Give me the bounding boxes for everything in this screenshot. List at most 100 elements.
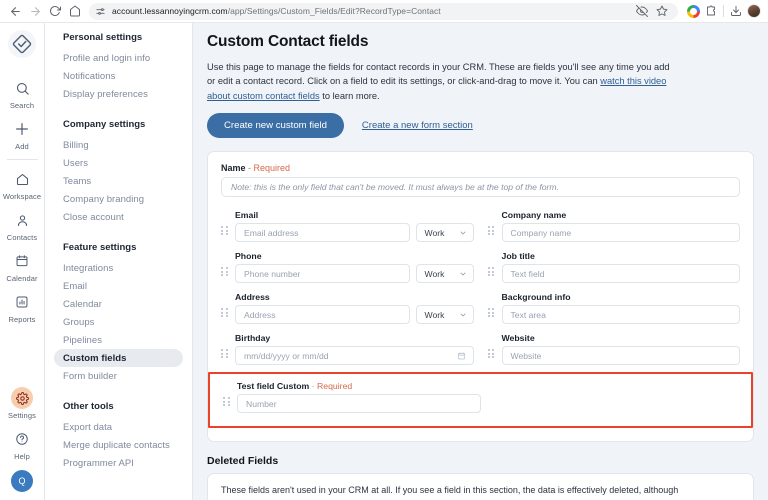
field-label-job-title: Job title (501, 251, 535, 262)
phone-type-select[interactable]: Work (415, 264, 474, 284)
rail-item-reports[interactable]: Reports (0, 286, 45, 327)
download-icon[interactable] (728, 3, 744, 19)
field-row-address[interactable]: Address Address Work (221, 292, 474, 325)
extension-colored-icon[interactable] (685, 3, 701, 19)
address-input[interactable]: Address (235, 305, 410, 325)
home-button[interactable] (66, 2, 84, 20)
field-row-company-name[interactable]: Company name Company name (487, 210, 740, 243)
browser-toolbar: account.lessannoyingcrm.com/app/Settings… (0, 0, 768, 22)
reload-button[interactable] (46, 2, 64, 20)
tune-icon[interactable] (94, 5, 107, 18)
sidebar-item-integrations[interactable]: Integrations (45, 259, 192, 277)
birthday-input[interactable]: mm/dd/yyyy or mm/dd (235, 346, 474, 366)
home-icon (10, 168, 34, 190)
user-avatar[interactable]: Q (11, 470, 33, 492)
rail-label-search: Search (9, 101, 35, 110)
calendar-icon[interactable] (457, 351, 466, 360)
sidebar-item-calendar[interactable]: Calendar (45, 295, 192, 313)
address-bar[interactable]: account.lessannoyingcrm.com/app/Settings… (89, 2, 678, 20)
icon-rail: Search Add Workspace Contacts Calendar R… (0, 23, 45, 500)
field-label-address: Address (235, 292, 270, 303)
drag-handle-icon[interactable] (487, 226, 496, 236)
field-row-website[interactable]: Website Website (487, 333, 740, 366)
field-label-test-field-custom: Test field Custom · Required (237, 381, 481, 391)
nav-group-feature: Feature settings Integrations Email Cale… (45, 242, 192, 385)
rail-label-workspace: Workspace (2, 192, 42, 201)
sidebar-item-notifications[interactable]: Notifications (45, 67, 192, 85)
sidebar-item-teams[interactable]: Teams (45, 172, 192, 190)
create-new-form-section-link[interactable]: Create a new form section (362, 120, 473, 131)
back-button[interactable] (6, 2, 24, 20)
field-label-phone: Phone (235, 251, 262, 262)
lacrm-checkmark-logo[interactable] (8, 30, 36, 58)
drag-handle-icon[interactable] (221, 267, 229, 277)
gear-icon (11, 387, 33, 409)
sidebar-item-users[interactable]: Users (45, 154, 192, 172)
drag-handle-icon[interactable] (487, 267, 496, 277)
rail-item-add[interactable]: Add (0, 113, 45, 154)
chevron-down-icon (459, 270, 467, 278)
drag-handle-icon[interactable] (487, 349, 496, 359)
drag-handle-icon[interactable] (221, 349, 229, 359)
drag-handle-icon[interactable] (221, 308, 229, 318)
drag-handle-icon[interactable] (223, 397, 231, 407)
rail-item-calendar[interactable]: Calendar (0, 245, 45, 286)
email-type-value: Work (424, 227, 445, 238)
job-title-input[interactable]: Text field (501, 264, 740, 284)
email-type-select[interactable]: Work (415, 223, 474, 243)
rail-item-help[interactable]: Help (0, 423, 45, 464)
phone-type-value: Work (424, 268, 445, 279)
drag-handle-icon[interactable] (221, 226, 229, 236)
main-content: Custom Contact fields Use this page to m… (193, 23, 768, 500)
sidebar-item-export-data[interactable]: Export data (45, 418, 192, 436)
sidebar-item-company-branding[interactable]: Company branding (45, 190, 192, 208)
chevron-down-icon (459, 229, 467, 237)
phone-input[interactable]: Phone number (235, 264, 410, 284)
rail-label-settings: Settings (8, 411, 36, 420)
sidebar-item-form-builder[interactable]: Form builder (45, 367, 192, 385)
website-input[interactable]: Website (501, 346, 740, 366)
field-row-background-info[interactable]: Background info Text area (487, 292, 740, 325)
field-row-birthday[interactable]: Birthday mm/dd/yyyy or mm/dd (221, 333, 474, 366)
field-label-background-info: Background info (501, 292, 571, 303)
create-new-custom-field-button[interactable]: Create new custom field (207, 113, 344, 139)
star-icon[interactable] (654, 3, 670, 19)
company-name-input[interactable]: Company name (501, 223, 740, 243)
name-required-badge: - Required (248, 163, 291, 174)
nav-group-company: Company settings Billing Users Teams Com… (45, 119, 192, 226)
field-row-phone[interactable]: Phone Phone number Work (221, 251, 474, 284)
rail-item-contacts[interactable]: Contacts (0, 204, 45, 245)
sidebar-item-display-preferences[interactable]: Display preferences (45, 85, 192, 103)
app-shell: Search Add Workspace Contacts Calendar R… (0, 22, 768, 500)
field-row-test-field-custom[interactable]: Test field Custom · Required Number (223, 381, 481, 414)
sidebar-item-billing[interactable]: Billing (45, 136, 192, 154)
sidebar-item-profile-and-login-info[interactable]: Profile and login info (45, 49, 192, 67)
calendar-icon (10, 250, 34, 272)
sidebar-item-merge-duplicate-contacts[interactable]: Merge duplicate contacts (45, 436, 192, 454)
rail-item-workspace[interactable]: Workspace (0, 163, 45, 204)
field-row-email[interactable]: Email Email address Work (221, 210, 474, 243)
rail-item-search[interactable]: Search (0, 72, 45, 113)
address-type-select[interactable]: Work (415, 305, 474, 325)
profile-avatar-icon[interactable] (746, 3, 762, 19)
eye-slash-icon[interactable] (634, 3, 650, 19)
sidebar-item-close-account[interactable]: Close account (45, 208, 192, 226)
highlighted-custom-field-region: Test field Custom · Required Number (208, 372, 753, 429)
background-info-input[interactable]: Text area (501, 305, 740, 325)
email-input[interactable]: Email address (235, 223, 410, 243)
sidebar-item-custom-fields[interactable]: Custom fields (54, 349, 183, 367)
field-label-birthday: Birthday (235, 333, 271, 344)
page-title: Custom Contact fields (207, 33, 369, 50)
sidebar-item-email[interactable]: Email (45, 277, 192, 295)
sidebar-item-pipelines[interactable]: Pipelines (45, 331, 192, 349)
nav-group-personal: Personal settings Profile and login info… (45, 32, 192, 103)
forward-button[interactable] (26, 2, 44, 20)
sidebar-item-programmer-api[interactable]: Programmer API (45, 454, 192, 472)
rail-label-reports: Reports (8, 315, 36, 324)
test-field-custom-input[interactable]: Number (237, 394, 481, 414)
rail-item-settings[interactable]: Settings (0, 382, 45, 423)
drag-handle-icon[interactable] (487, 308, 496, 318)
field-row-job-title[interactable]: Job title Text field (487, 251, 740, 284)
sidebar-item-groups[interactable]: Groups (45, 313, 192, 331)
extensions-puzzle-icon[interactable] (703, 3, 719, 19)
